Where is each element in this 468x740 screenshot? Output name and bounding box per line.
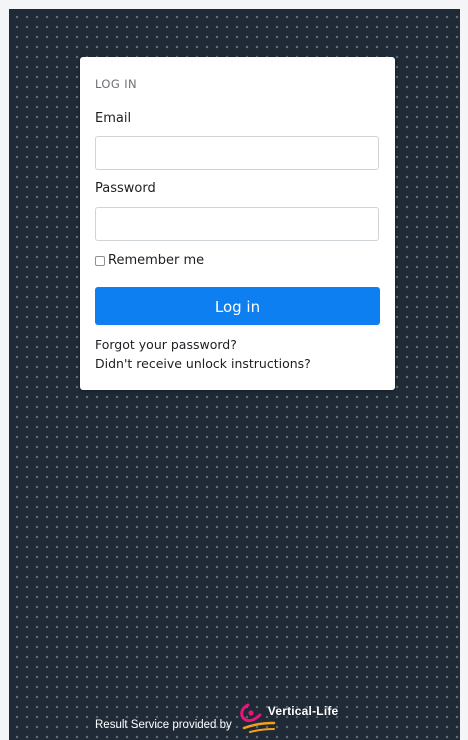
footer-text: Result Service provided by (95, 719, 232, 731)
email-label: Email (95, 111, 132, 126)
remember-me-option[interactable]: Remember me (95, 253, 204, 268)
unlock-instructions-link[interactable]: Didn't receive unlock instructions? (95, 356, 311, 371)
remember-me-checkbox[interactable] (95, 255, 105, 266)
footer: Result Service provided by Vertical-Life (95, 701, 346, 735)
page-background: LOG IN Email Password Remember me Log in… (9, 9, 460, 740)
vertical-life-logo[interactable]: Vertical-Life (236, 701, 346, 735)
email-field[interactable] (95, 136, 379, 170)
password-field[interactable] (95, 207, 379, 241)
login-button[interactable]: Log in (95, 287, 380, 325)
remember-me-label: Remember me (108, 253, 205, 268)
login-card: LOG IN Email Password Remember me Log in… (80, 57, 395, 390)
vertical-life-name: Vertical-Life (267, 704, 339, 718)
forgot-password-link[interactable]: Forgot your password? (95, 337, 237, 352)
card-title: LOG IN (95, 77, 138, 91)
password-label: Password (95, 181, 156, 196)
